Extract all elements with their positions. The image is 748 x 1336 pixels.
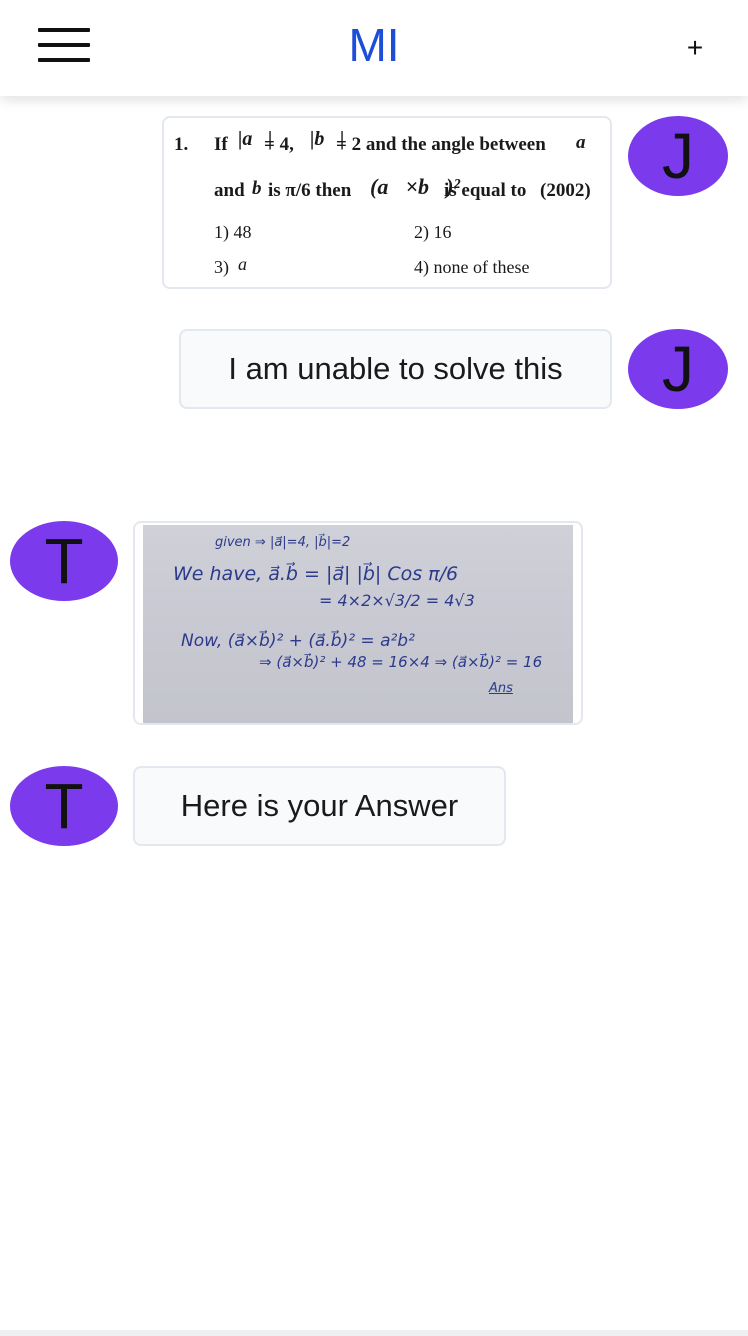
app-header: MI +: [0, 0, 748, 96]
solution-line: given ⇒ |a⃗|=4, |b⃗|=2: [215, 535, 351, 550]
option-2: 2) 16: [414, 222, 452, 242]
option-1: 1) 48: [214, 222, 252, 242]
vector-a: a⃗: [238, 254, 262, 274]
question-image: 1. If |a⃗| = 4, |b⃗| = 2 and the angle b…: [164, 118, 610, 287]
question-text: is π/6 then: [268, 180, 352, 201]
solution-line: We have, a⃗.b⃗ = |a⃗| |b⃗| Cos π/6: [173, 563, 459, 585]
question-image-bubble[interactable]: 1. If |a⃗| = 4, |b⃗| = 2 and the angle b…: [162, 116, 612, 289]
solution-image-bubble[interactable]: given ⇒ |a⃗|=4, |b⃗|=2 We have, a⃗.b⃗ = …: [133, 521, 583, 725]
app-logo: MI: [348, 19, 400, 71]
question-year: (2002): [540, 180, 591, 201]
vector-a: a⃗: [576, 132, 601, 153]
solution-photo: given ⇒ |a⃗|=4, |b⃗|=2 We have, a⃗.b⃗ = …: [143, 525, 573, 723]
question-text: = 2 and the angle between: [336, 134, 546, 155]
solution-line: = 4×2×√3/2 = 4√3: [319, 591, 475, 610]
question-text: If: [214, 134, 228, 155]
option-3: 3): [214, 257, 229, 277]
option-4: 4) none of these: [414, 257, 530, 277]
avatar: T: [10, 521, 118, 601]
question-text: and: [214, 180, 245, 201]
solution-line: Ans: [489, 681, 513, 696]
plus-icon[interactable]: +: [680, 30, 710, 66]
avatar: J: [628, 329, 728, 409]
question-number: 1.: [174, 134, 189, 155]
avatar: T: [10, 766, 118, 846]
message-bubble: Here is your Answer: [133, 766, 506, 846]
question-text: is equal to: [444, 180, 527, 201]
solution-line: Now, (a⃗×b⃗)² + (a⃗.b⃗)² = a²b²: [181, 631, 415, 651]
question-text: = 4,: [264, 134, 294, 155]
bottom-bar: [0, 1330, 748, 1336]
solution-line: ⇒ (a⃗×b⃗)² + 48 = 16×4 ⇒ (a⃗×b⃗)² = 16: [259, 653, 543, 671]
avatar: J: [628, 116, 728, 196]
message-bubble: I am unable to solve this: [179, 329, 612, 409]
